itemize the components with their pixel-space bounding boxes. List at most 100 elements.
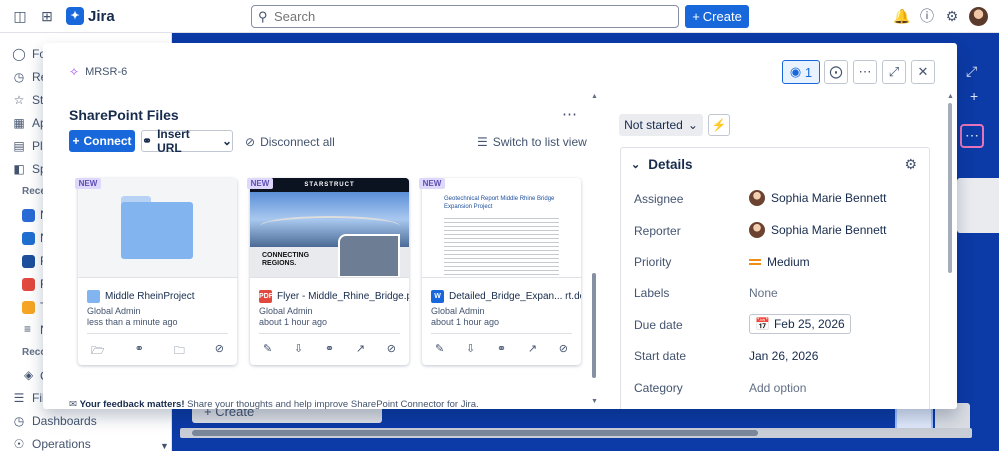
start-date-value[interactable]: Jan 26, 2026 — [749, 349, 818, 363]
settings-icon[interactable]: ⚙ — [944, 8, 960, 24]
download-icon[interactable]: ⇩ — [294, 342, 303, 355]
minimize-button[interactable]: ⤢ — [882, 60, 906, 84]
reporter-field[interactable]: Sophia Marie Bennett — [749, 222, 886, 238]
priority-label: Priority — [634, 255, 672, 269]
feedback-banner: ✉ Your feedback matters! Share your thou… — [69, 399, 479, 409]
disconnect-all-button[interactable]: ⊘ Disconnect all — [245, 135, 335, 149]
sidebar-item-operations[interactable]: ☉ Operations — [12, 437, 91, 451]
search-input[interactable] — [274, 8, 664, 25]
divider — [431, 333, 572, 334]
file-card[interactable]: Geotechnical Report Middle Rhine Bridge … — [422, 178, 581, 365]
priority-field[interactable]: Medium — [749, 255, 810, 269]
file-time: about 1 hour ago — [431, 317, 500, 327]
sidebar-item-dashboards[interactable]: ◷ Dashboards — [12, 414, 97, 428]
sidebar-toggle-icon[interactable]: ◫ — [12, 8, 28, 24]
unlink-icon[interactable]: ⊘ — [387, 342, 396, 355]
clock-icon: ◷ — [13, 70, 25, 84]
plus-icon: + — [72, 134, 80, 148]
filter-project-icon: ◈ — [24, 368, 34, 382]
recent-project-icon[interactable] — [22, 232, 35, 245]
copy-link-icon[interactable]: ⚭ — [135, 342, 144, 361]
due-date-field[interactable]: 📅 Feb 25, 2026 — [749, 314, 851, 334]
watch-button[interactable]: ◉ 1 — [782, 60, 820, 84]
category-value[interactable]: Add option — [749, 381, 806, 395]
feedback-text: Share your thoughts and help improve Sha… — [184, 399, 479, 409]
copy-link-icon[interactable]: ⚭ — [325, 342, 334, 355]
folder-icon — [87, 290, 100, 303]
add-column-icon[interactable]: + — [970, 88, 978, 104]
priority-medium-icon — [749, 259, 761, 265]
search-bar[interactable]: ⚲ — [251, 5, 679, 28]
sidebar-item-apps[interactable]: ▦ Ap — [12, 116, 46, 130]
recent-project-icon[interactable] — [22, 209, 35, 222]
assignee-field[interactable]: Sophia Marie Bennett — [749, 190, 886, 206]
connect-button[interactable]: + Connect — [69, 130, 135, 152]
help-icon[interactable]: ⓘ — [919, 8, 935, 24]
scrollbar-thumb[interactable] — [592, 273, 596, 378]
more-actions-button[interactable]: ⋯ — [853, 60, 877, 84]
switch-view-label: Switch to list view — [492, 135, 587, 149]
download-icon[interactable]: ⇩ — [466, 342, 475, 355]
share-icon: ⨀ — [829, 64, 843, 79]
chevron-down-icon: ⌄ — [631, 159, 641, 171]
scrollbar-thumb[interactable] — [192, 430, 758, 436]
share-button[interactable]: ⨀ — [824, 60, 848, 84]
sharepoint-more-icon[interactable]: ⋯ — [562, 105, 578, 123]
recent-project-icon[interactable] — [22, 301, 35, 314]
scrollbar-thumb[interactable] — [948, 103, 952, 273]
scroll-down-icon[interactable]: ▼ — [591, 398, 598, 405]
scroll-up-icon[interactable]: ▲ — [947, 93, 954, 100]
due-date-box[interactable]: 📅 Feb 25, 2026 — [749, 314, 851, 334]
file-card[interactable]: Middle RheinProject Global Admin less th… — [78, 178, 237, 365]
expand-icon[interactable]: ⤢ — [966, 63, 977, 80]
issue-modal: ✧ MRSR-6 ◉ 1 ⨀ ⋯ ⤢ ✕ SharePoint Files ⋯ … — [43, 43, 957, 409]
move-folder-icon[interactable]: 🗀 — [174, 342, 185, 361]
notifications-icon[interactable]: 🔔 — [893, 8, 910, 24]
insert-url-button[interactable]: ⚭ Insert URL ⌄ — [141, 127, 233, 155]
app-switcher-icon[interactable]: ⊞ — [39, 8, 55, 24]
file-author: Global Admin — [259, 306, 313, 316]
unlink-icon[interactable]: ⊘ — [215, 342, 224, 361]
details-scrollbar[interactable]: ▲ — [947, 93, 954, 403]
sidebar-item-for-you[interactable]: ◯ Fo — [12, 47, 46, 61]
open-folder-icon[interactable]: 🗁 — [91, 342, 105, 361]
recent-project-icon[interactable] — [22, 278, 35, 291]
board-card[interactable] — [957, 178, 999, 233]
scroll-up-icon[interactable]: ▲ — [591, 93, 598, 100]
file-name-text: Flyer - Middle_Rhine_Bridge.pdf — [277, 291, 409, 302]
app-name[interactable]: Jira — [88, 8, 115, 25]
avatar — [749, 190, 765, 206]
close-button[interactable]: ✕ — [911, 60, 935, 84]
due-date-value: Feb 25, 2026 — [773, 317, 845, 331]
breadcrumb: ✧ MRSR-6 — [69, 65, 127, 79]
switch-list-view-button[interactable]: ☰ Switch to list view — [477, 135, 587, 149]
user-avatar[interactable] — [969, 7, 988, 26]
list-icon: ≡ — [24, 322, 32, 336]
file-name: W Detailed_Bridge_Expan... rt.docx — [431, 290, 581, 303]
recent-project-icon[interactable] — [22, 255, 35, 268]
more-options-icon[interactable]: ⋯ — [960, 124, 984, 148]
jira-logo[interactable]: ✦ — [66, 7, 84, 25]
copy-link-icon[interactable]: ⚭ — [497, 342, 506, 355]
open-external-icon[interactable]: ↗ — [528, 342, 537, 355]
folder-icon — [121, 202, 193, 259]
status-dropdown[interactable]: Not started ⌄ — [619, 114, 703, 136]
edit-icon[interactable]: ✎ — [435, 342, 444, 355]
create-button[interactable]: + Create — [685, 5, 749, 28]
details-header[interactable]: ⌄ Details — [631, 157, 693, 172]
edit-icon[interactable]: ✎ — [263, 342, 272, 355]
open-external-icon[interactable]: ↗ — [356, 342, 365, 355]
gear-icon[interactable]: ⚙ — [904, 156, 917, 173]
board-horizontal-scrollbar[interactable] — [180, 428, 972, 438]
scroll-down-icon[interactable]: ▼ — [160, 441, 169, 451]
due-date-label: Due date — [634, 318, 683, 332]
unlink-icon[interactable]: ⊘ — [559, 342, 568, 355]
files-scrollbar[interactable]: ▲ ▼ — [591, 93, 598, 405]
labels-value[interactable]: None — [749, 286, 778, 300]
issue-key-link[interactable]: MRSR-6 — [85, 66, 127, 78]
sidebar-item-spaces[interactable]: ◧ Sp — [12, 162, 46, 176]
card-actions: ✎ ⇩ ⚭ ↗ ⊘ — [259, 342, 400, 355]
file-card[interactable]: STARSTRUCT CONNECTING REGIONS. PDF Flyer … — [250, 178, 409, 365]
automation-button[interactable]: ⚡ — [708, 114, 730, 136]
sidebar-item-label: Dashboards — [32, 414, 97, 428]
